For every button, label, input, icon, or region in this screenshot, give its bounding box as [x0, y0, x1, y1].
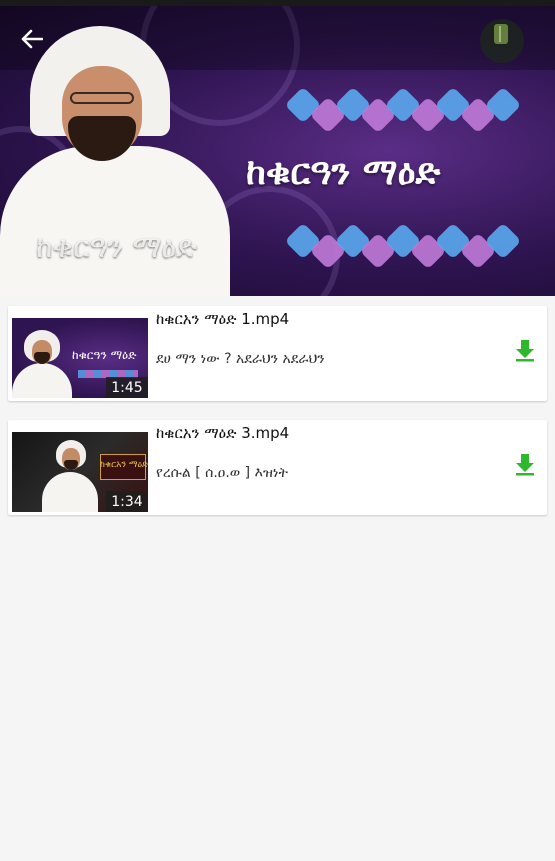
video-thumbnail[interactable]: ከቁርዓን ማዕድ 1:45	[12, 318, 148, 398]
banner-overlay-title: ከቁርዓን ማዕድ	[36, 230, 198, 265]
banner-title: ከቁርዓን ማዕድ	[246, 152, 441, 193]
video-duration: 1:34	[106, 491, 148, 512]
header-banner: ከቁርዓን ማዕድ ከቁርዓን ማዕድ	[0, 6, 555, 296]
video-thumbnail[interactable]: ከቁርአን ማዕድ 1:34	[12, 432, 148, 512]
back-button[interactable]	[14, 24, 50, 54]
download-icon	[516, 340, 534, 362]
download-icon	[516, 454, 534, 476]
video-title: ከቁርአን ማዕድ 1.mp4	[156, 310, 290, 328]
arrow-left-icon	[21, 29, 43, 49]
video-duration: 1:45	[106, 377, 148, 398]
list-item[interactable]: ከቁርአን ማዕድ 1:34 ከቁርአን ማዕድ 3.mp4 የረሱል [ ሰ.…	[8, 420, 547, 515]
video-subtitle: የረሱል [ ሰ.ዐ.ወ ] እዝነት	[156, 465, 288, 481]
list-item[interactable]: ከቁርዓን ማዕድ 1:45 ከቁርአን ማዕድ 1.mp4 ደሀ ማን ነው …	[8, 306, 547, 401]
download-button[interactable]	[513, 338, 537, 362]
thumbnail-text: ከቁርዓን ማዕድ	[72, 348, 137, 362]
crescent-logo-icon	[474, 16, 530, 66]
video-title: ከቁርአን ማዕድ 3.mp4	[156, 424, 290, 442]
video-subtitle: ደሀ ማን ነው ? አደራህን አደራህን	[156, 351, 325, 367]
thumbnail-text: ከቁርአን ማዕድ	[100, 460, 148, 470]
download-button[interactable]	[513, 452, 537, 476]
